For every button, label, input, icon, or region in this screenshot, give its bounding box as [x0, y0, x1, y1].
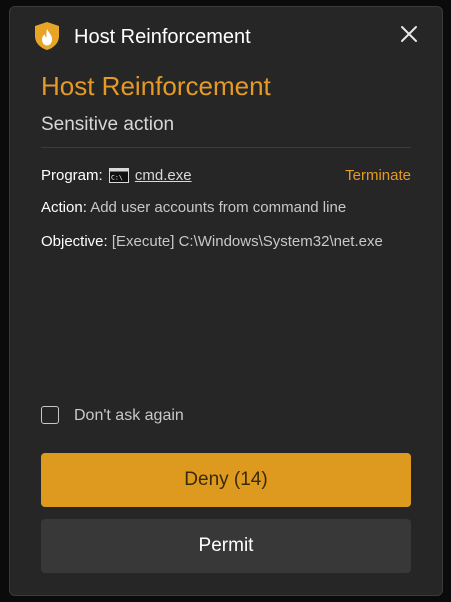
- objective-label: Objective:: [41, 233, 108, 250]
- title-bar: Host Reinforcement: [10, 7, 442, 63]
- program-label: Program:: [41, 167, 103, 184]
- flame-shield-icon: [34, 21, 60, 51]
- cmd-console-icon: C:\: [108, 168, 129, 183]
- action-value: Add user accounts from command line: [90, 199, 347, 216]
- terminate-link[interactable]: Terminate: [345, 165, 411, 187]
- divider: [41, 147, 411, 148]
- dont-ask-again-label: Don't ask again: [74, 407, 184, 424]
- alert-heading: Host Reinforcement: [41, 71, 271, 101]
- objective-row: Objective: [Execute] C:\Windows\System32…: [41, 231, 413, 253]
- svg-text:C:\: C:\: [111, 174, 123, 182]
- deny-button[interactable]: Deny (14): [41, 453, 411, 507]
- permit-button[interactable]: Permit: [41, 519, 411, 573]
- program-row: Program: C:\ cmd.exe: [41, 165, 192, 187]
- dont-ask-again-checkbox[interactable]: [41, 406, 59, 424]
- alert-window: Host Reinforcement Host Reinforcement Se…: [9, 6, 443, 596]
- close-icon[interactable]: [398, 23, 420, 45]
- action-label: Action:: [41, 199, 87, 216]
- action-row: Action: Add user accounts from command l…: [41, 197, 421, 219]
- objective-value: [Execute] C:\Windows\System32\net.exe: [111, 233, 383, 250]
- window-title: Host Reinforcement: [74, 26, 251, 48]
- alert-subheading: Sensitive action: [41, 114, 175, 135]
- program-link[interactable]: cmd.exe: [135, 167, 192, 184]
